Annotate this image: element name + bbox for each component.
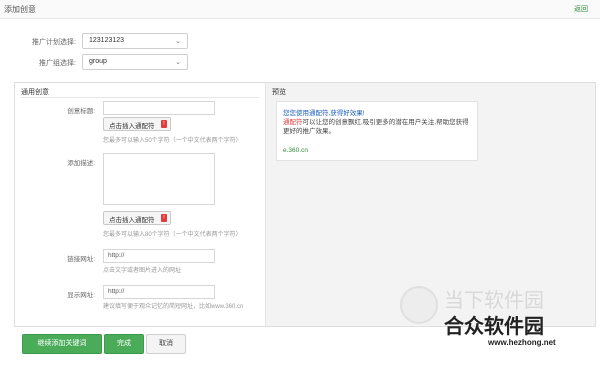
watermark-line1: 当下软件园 xyxy=(444,290,544,312)
back-link[interactable]: 返回 xyxy=(574,4,588,14)
title-bar: 添加创意 返回 xyxy=(0,0,600,19)
watermark-line3: www.hezhong.net xyxy=(488,338,556,347)
chevron-down-icon: ⌄ xyxy=(175,38,181,45)
title-hint: 您最多可以输入50个字符（一个中文代表两个字符） xyxy=(103,138,242,144)
page-title: 添加创意 xyxy=(4,5,36,14)
group-select[interactable]: group ⌄ xyxy=(82,54,188,70)
link-url-label: 链接网址: xyxy=(67,256,95,263)
display-url-label: 显示网址: xyxy=(67,292,95,299)
page: 添加创意 返回 推广计划选择: 123123123 ⌄ 推广组选择: group… xyxy=(0,0,600,366)
link-url-hint: 点击文字或者图片进入的网址 xyxy=(103,268,182,274)
preview-title: 您您使用通配符,获得好效果! xyxy=(283,110,365,117)
wildcard-badge-icon: ! xyxy=(161,214,167,222)
watermark-line2: 合众软件园 xyxy=(444,316,544,338)
title-insert-wildcard-button[interactable]: 点击插入通配符 ! xyxy=(103,117,171,131)
plan-label: 推广计划选择: xyxy=(32,39,76,46)
description-label: 添加描述: xyxy=(67,160,95,167)
general-creative-heading: 通用创意 xyxy=(21,89,49,96)
preview-card: 您您使用通配符,获得好效果! 通配符可以让您的创意飘红,吸引更多的潜在用户关注,… xyxy=(276,101,478,161)
title-label: 创意标题: xyxy=(67,108,95,115)
description-insert-wildcard-button[interactable]: 点击插入通配符 ! xyxy=(103,211,171,225)
group-select-value: group xyxy=(89,58,107,65)
description-textarea[interactable] xyxy=(103,153,215,205)
plan-select[interactable]: 123123123 ⌄ xyxy=(82,33,188,49)
display-url-input[interactable]: http:// xyxy=(103,285,215,299)
preview-heading: 预览 xyxy=(272,89,286,96)
plan-select-value: 123123123 xyxy=(89,37,125,44)
cancel-button[interactable]: 取消 xyxy=(146,334,186,354)
general-creative-section: 通用创意 创意标题: 点击插入通配符 ! 您最多可以输入50个字符（一个中文代表… xyxy=(15,83,266,326)
watermark-logo-icon xyxy=(400,286,438,324)
description-hint: 您最多可以输入80个字符（一个中文代表两个字符） xyxy=(103,232,242,238)
continue-add-keywords-button[interactable]: 继续添加关键词 xyxy=(22,334,102,354)
done-button[interactable]: 完成 xyxy=(104,334,144,354)
preview-url: e.360.cn xyxy=(283,147,308,154)
title-input[interactable] xyxy=(103,101,215,115)
chevron-down-icon: ⌄ xyxy=(175,59,181,66)
link-url-input[interactable]: http:// xyxy=(103,249,215,263)
wildcard-badge-icon: ! xyxy=(161,120,167,128)
preview-description: 通配符可以让您的创意飘红,吸引更多的潜在用户关注,帮助您获得更好的推广效果。 xyxy=(283,119,469,135)
display-url-hint: 建议填写便于观众记忆的简短网址，比如www.360.cn xyxy=(103,304,244,310)
divider xyxy=(21,97,259,98)
group-label: 推广组选择: xyxy=(39,60,76,67)
watermark: 当下软件园 合众软件园 www.hezhong.net xyxy=(400,280,590,360)
